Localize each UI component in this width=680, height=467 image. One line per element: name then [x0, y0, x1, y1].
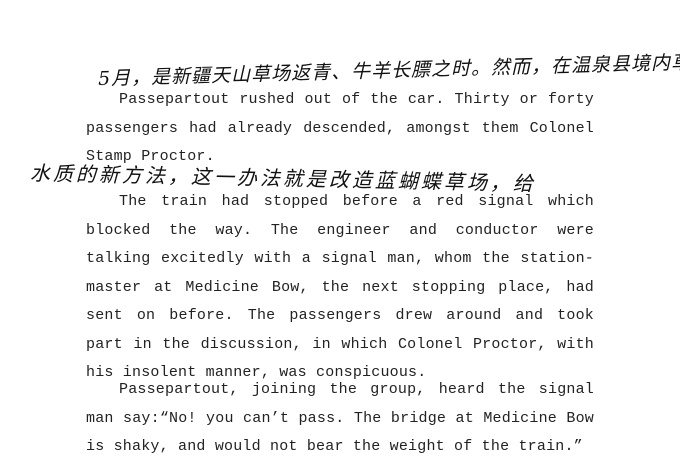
document-page: Passepartout rushed out of the car. Thir…	[0, 0, 680, 467]
paragraph-1: Passepartout rushed out of the car. Thir…	[86, 86, 594, 172]
paragraph-2-text: The train had stopped before a red signa…	[86, 193, 594, 381]
handwritten-line-1: 5月，是新疆天山草场返青、牛羊长膘之时。然而，在温泉县境内草原上，	[97, 49, 680, 90]
paragraph-1-text: Passepartout rushed out of the car. Thir…	[86, 91, 594, 165]
paragraph-2: The train had stopped before a red signa…	[86, 188, 594, 388]
paragraph-3-text: Passepartout, joining the group, heard t…	[86, 381, 594, 455]
paragraph-3: Passepartout, joining the group, heard t…	[86, 376, 594, 462]
